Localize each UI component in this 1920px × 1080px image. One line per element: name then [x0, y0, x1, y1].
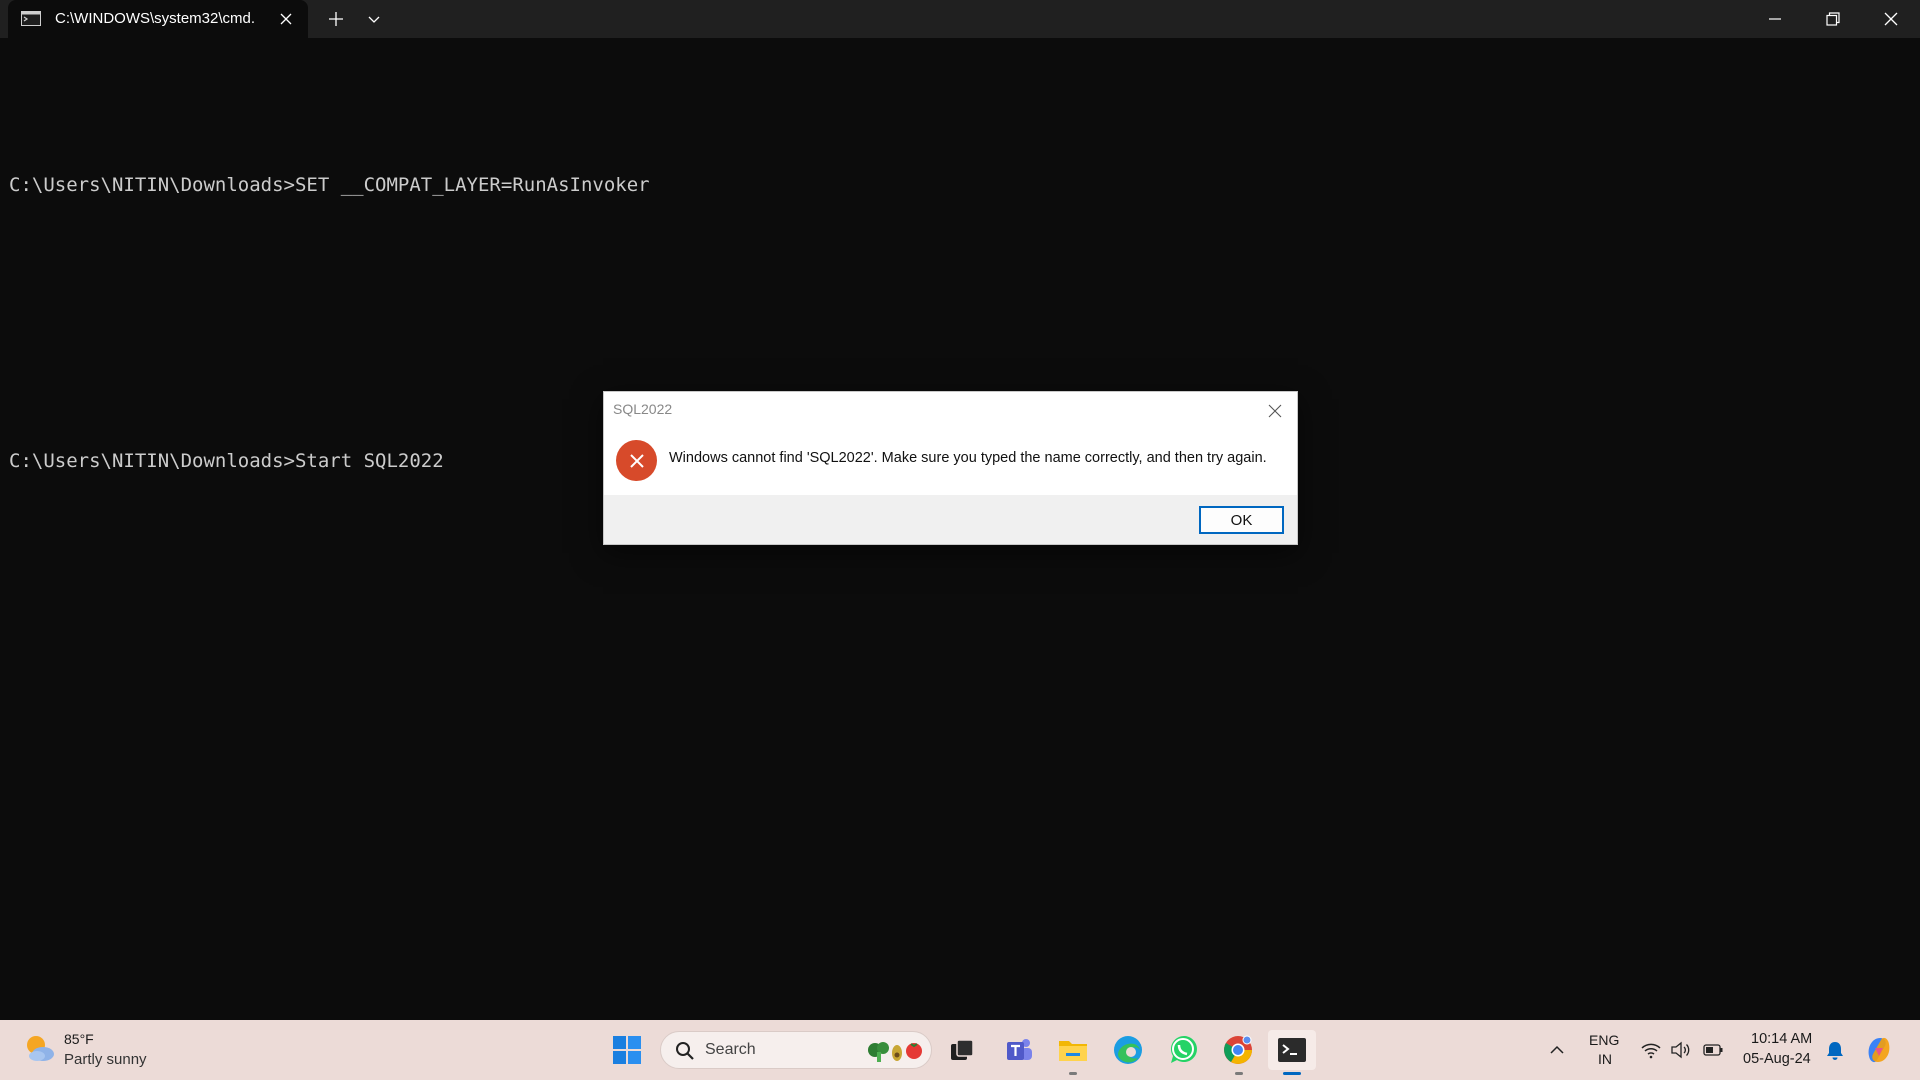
close-icon — [1884, 12, 1898, 26]
error-icon — [616, 440, 657, 481]
minimize-button[interactable] — [1746, 0, 1804, 38]
file-explorer-icon — [1059, 1041, 1087, 1061]
weather-partly-sunny-icon[interactable] — [22, 1031, 56, 1065]
tab-cmd[interactable]: C:\WINDOWS\system32\cmd. — [8, 0, 308, 38]
battery-icon[interactable] — [1702, 1040, 1724, 1060]
error-dialog: SQL2022 Windows cannot find 'SQL2022'. M… — [603, 391, 1298, 545]
teams-icon — [1007, 1039, 1032, 1060]
ok-button[interactable]: OK — [1199, 506, 1284, 534]
chevron-down-icon[interactable] — [364, 9, 384, 29]
start-button[interactable] — [607, 1030, 647, 1070]
cmd-icon — [21, 11, 41, 26]
explorer-running-indicator — [1069, 1072, 1077, 1075]
dialog-close-icon[interactable] — [1264, 400, 1286, 422]
console-output[interactable]: C:\Users\NITIN\Downloads>SET __COMPAT_LA… — [9, 70, 650, 530]
terminal-active-indicator — [1283, 1072, 1301, 1075]
terminal-button[interactable] — [1268, 1030, 1316, 1070]
close-window-button[interactable] — [1862, 0, 1920, 38]
weather-temperature[interactable]: 85°F — [64, 1031, 94, 1047]
console-line: C:\Users\NITIN\Downloads>Start SQL2022 — [9, 450, 444, 472]
new-tab-icon[interactable] — [326, 9, 346, 29]
dialog-title: SQL2022 — [613, 401, 673, 417]
tab-title: C:\WINDOWS\system32\cmd. — [55, 10, 256, 27]
dialog-footer — [604, 495, 1297, 544]
wifi-icon[interactable] — [1640, 1040, 1662, 1060]
minimize-icon — [1769, 18, 1781, 20]
weather-description[interactable]: Partly sunny — [64, 1051, 147, 1068]
file-explorer-button[interactable] — [1053, 1030, 1093, 1070]
edge-button[interactable] — [1108, 1030, 1148, 1070]
clock-date[interactable]: 05-Aug-24 — [1743, 1051, 1811, 1067]
search-highlight-vegetables-icon — [868, 1042, 922, 1062]
chrome-icon — [1224, 1035, 1252, 1064]
notification-bell-icon[interactable] — [1824, 1039, 1846, 1061]
search-placeholder: Search — [705, 1041, 756, 1058]
teams-button[interactable] — [999, 1030, 1039, 1070]
chrome-button[interactable] — [1218, 1030, 1258, 1070]
start-icon — [613, 1036, 641, 1064]
restore-icon — [1826, 12, 1840, 26]
copilot-icon[interactable] — [1863, 1034, 1895, 1066]
whatsapp-icon — [1170, 1036, 1197, 1063]
region-indicator[interactable]: IN — [1598, 1051, 1612, 1067]
terminal-icon — [1278, 1038, 1306, 1062]
whatsapp-button[interactable] — [1163, 1030, 1203, 1070]
task-view-button[interactable] — [942, 1030, 982, 1070]
dialog-message: Windows cannot find 'SQL2022'. Make sure… — [669, 450, 1267, 466]
chrome-running-indicator — [1235, 1072, 1243, 1075]
console-line: ​ — [9, 300, 650, 346]
language-indicator[interactable]: ENG — [1589, 1032, 1619, 1048]
close-tab-icon[interactable] — [276, 9, 296, 29]
edge-icon — [1114, 1036, 1142, 1064]
chevron-up-icon[interactable] — [1547, 1040, 1567, 1060]
taskbar-search[interactable]: Search — [660, 1031, 932, 1069]
restore-button[interactable] — [1804, 0, 1862, 38]
title-bar: C:\WINDOWS\system32\cmd. — [0, 0, 1920, 38]
volume-icon[interactable] — [1670, 1040, 1692, 1060]
search-icon — [676, 1042, 694, 1060]
console-line: C:\Users\NITIN\Downloads>SET __COMPAT_LA… — [9, 174, 650, 196]
task-view-icon — [951, 1039, 974, 1060]
clock-time[interactable]: 10:14 AM — [1751, 1031, 1812, 1047]
